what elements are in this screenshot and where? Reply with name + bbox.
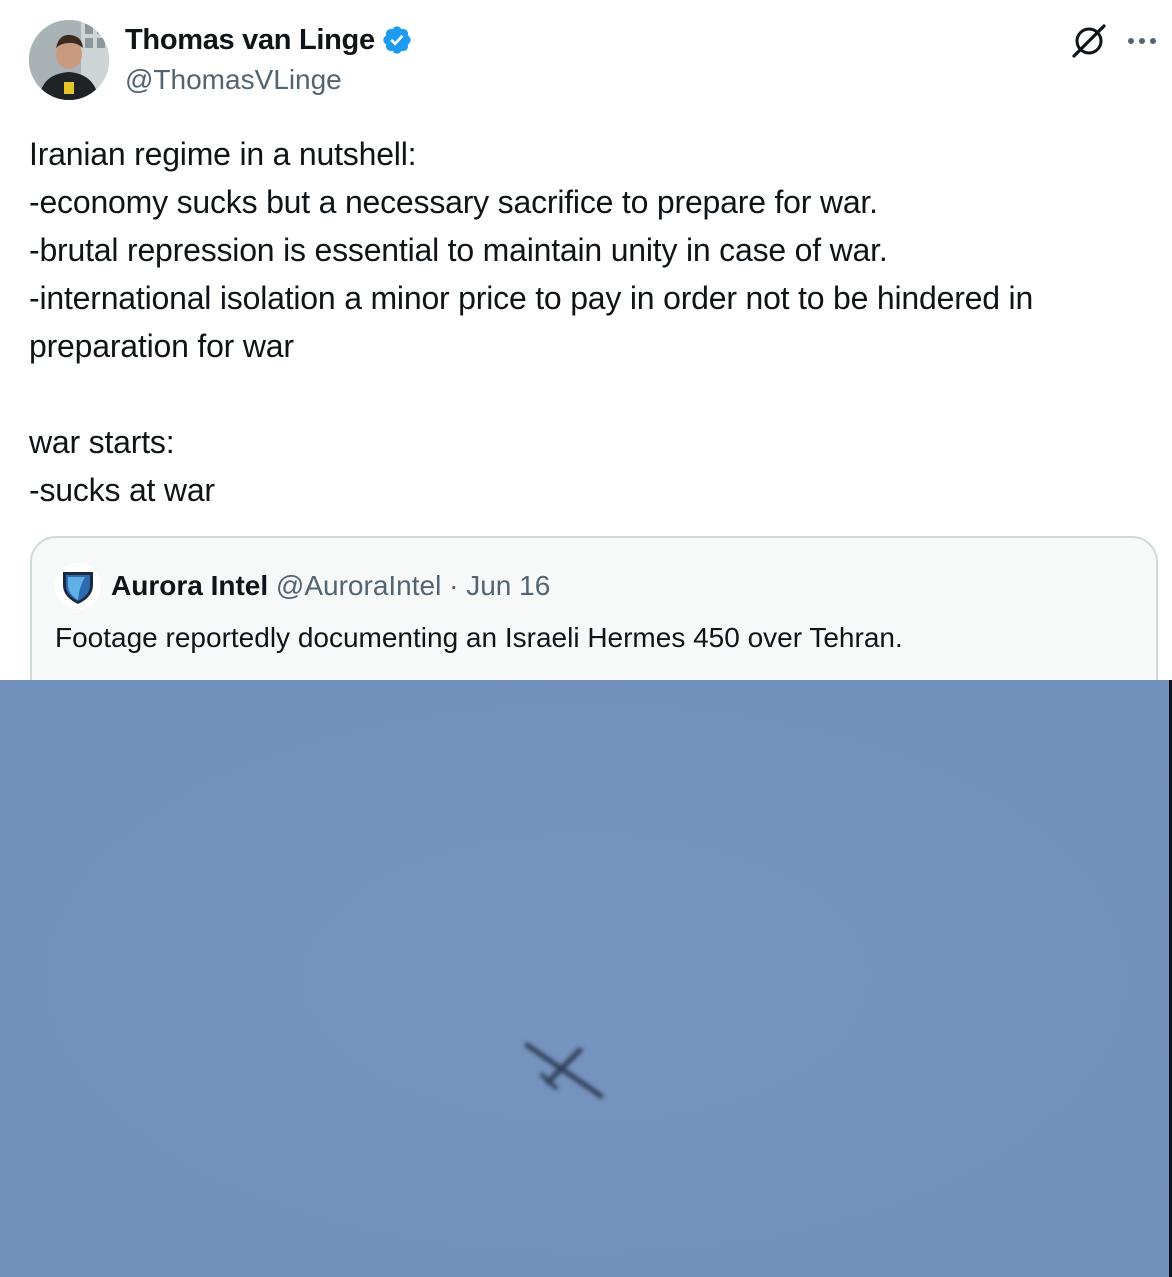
verified-badge-icon[interactable] — [381, 24, 413, 56]
quote-separator: · — [449, 570, 459, 601]
quote-date[interactable]: Jun 16 — [466, 570, 550, 601]
grok-icon[interactable] — [1070, 22, 1108, 60]
tweet-line: -international isolation a minor price t… — [29, 280, 1034, 316]
avatar[interactable] — [29, 20, 109, 100]
shield-logo-icon — [55, 563, 101, 609]
tweet-line: war starts: — [29, 424, 175, 460]
tweet-text: Iranian regime in a nutshell: -economy s… — [29, 130, 1164, 514]
author-display-name[interactable]: Thomas van Linge — [125, 22, 413, 58]
quote-avatar[interactable] — [55, 563, 101, 609]
tweet-line: -brutal repression is essential to maint… — [29, 232, 888, 268]
tweet-line: -sucks at war — [29, 472, 215, 508]
tweet-line: preparation for war — [29, 328, 294, 364]
drone-in-sky-photo — [0, 680, 1172, 1277]
quote-text: Footage reportedly documenting an Israel… — [55, 622, 903, 653]
author-name-text[interactable]: Thomas van Linge — [125, 22, 375, 58]
quote-display-name[interactable]: Aurora Intel — [111, 570, 268, 601]
more-horizontal-icon[interactable] — [1124, 26, 1160, 56]
quote-header: Aurora Intel @AuroraIntel · Jun 16 — [111, 567, 550, 605]
author-handle[interactable]: @ThomasVLinge — [125, 63, 342, 97]
tweet-card: Thomas van Linge @ThomasVLinge Iranian r… — [0, 0, 1172, 1277]
quote-handle[interactable]: @AuroraIntel — [276, 570, 441, 601]
tweet-line: Iranian regime in a nutshell: — [29, 136, 417, 172]
quote-media-image[interactable] — [0, 680, 1172, 1277]
profile-photo — [29, 20, 109, 100]
tweet-line: -economy sucks but a necessary sacrifice… — [29, 184, 878, 220]
